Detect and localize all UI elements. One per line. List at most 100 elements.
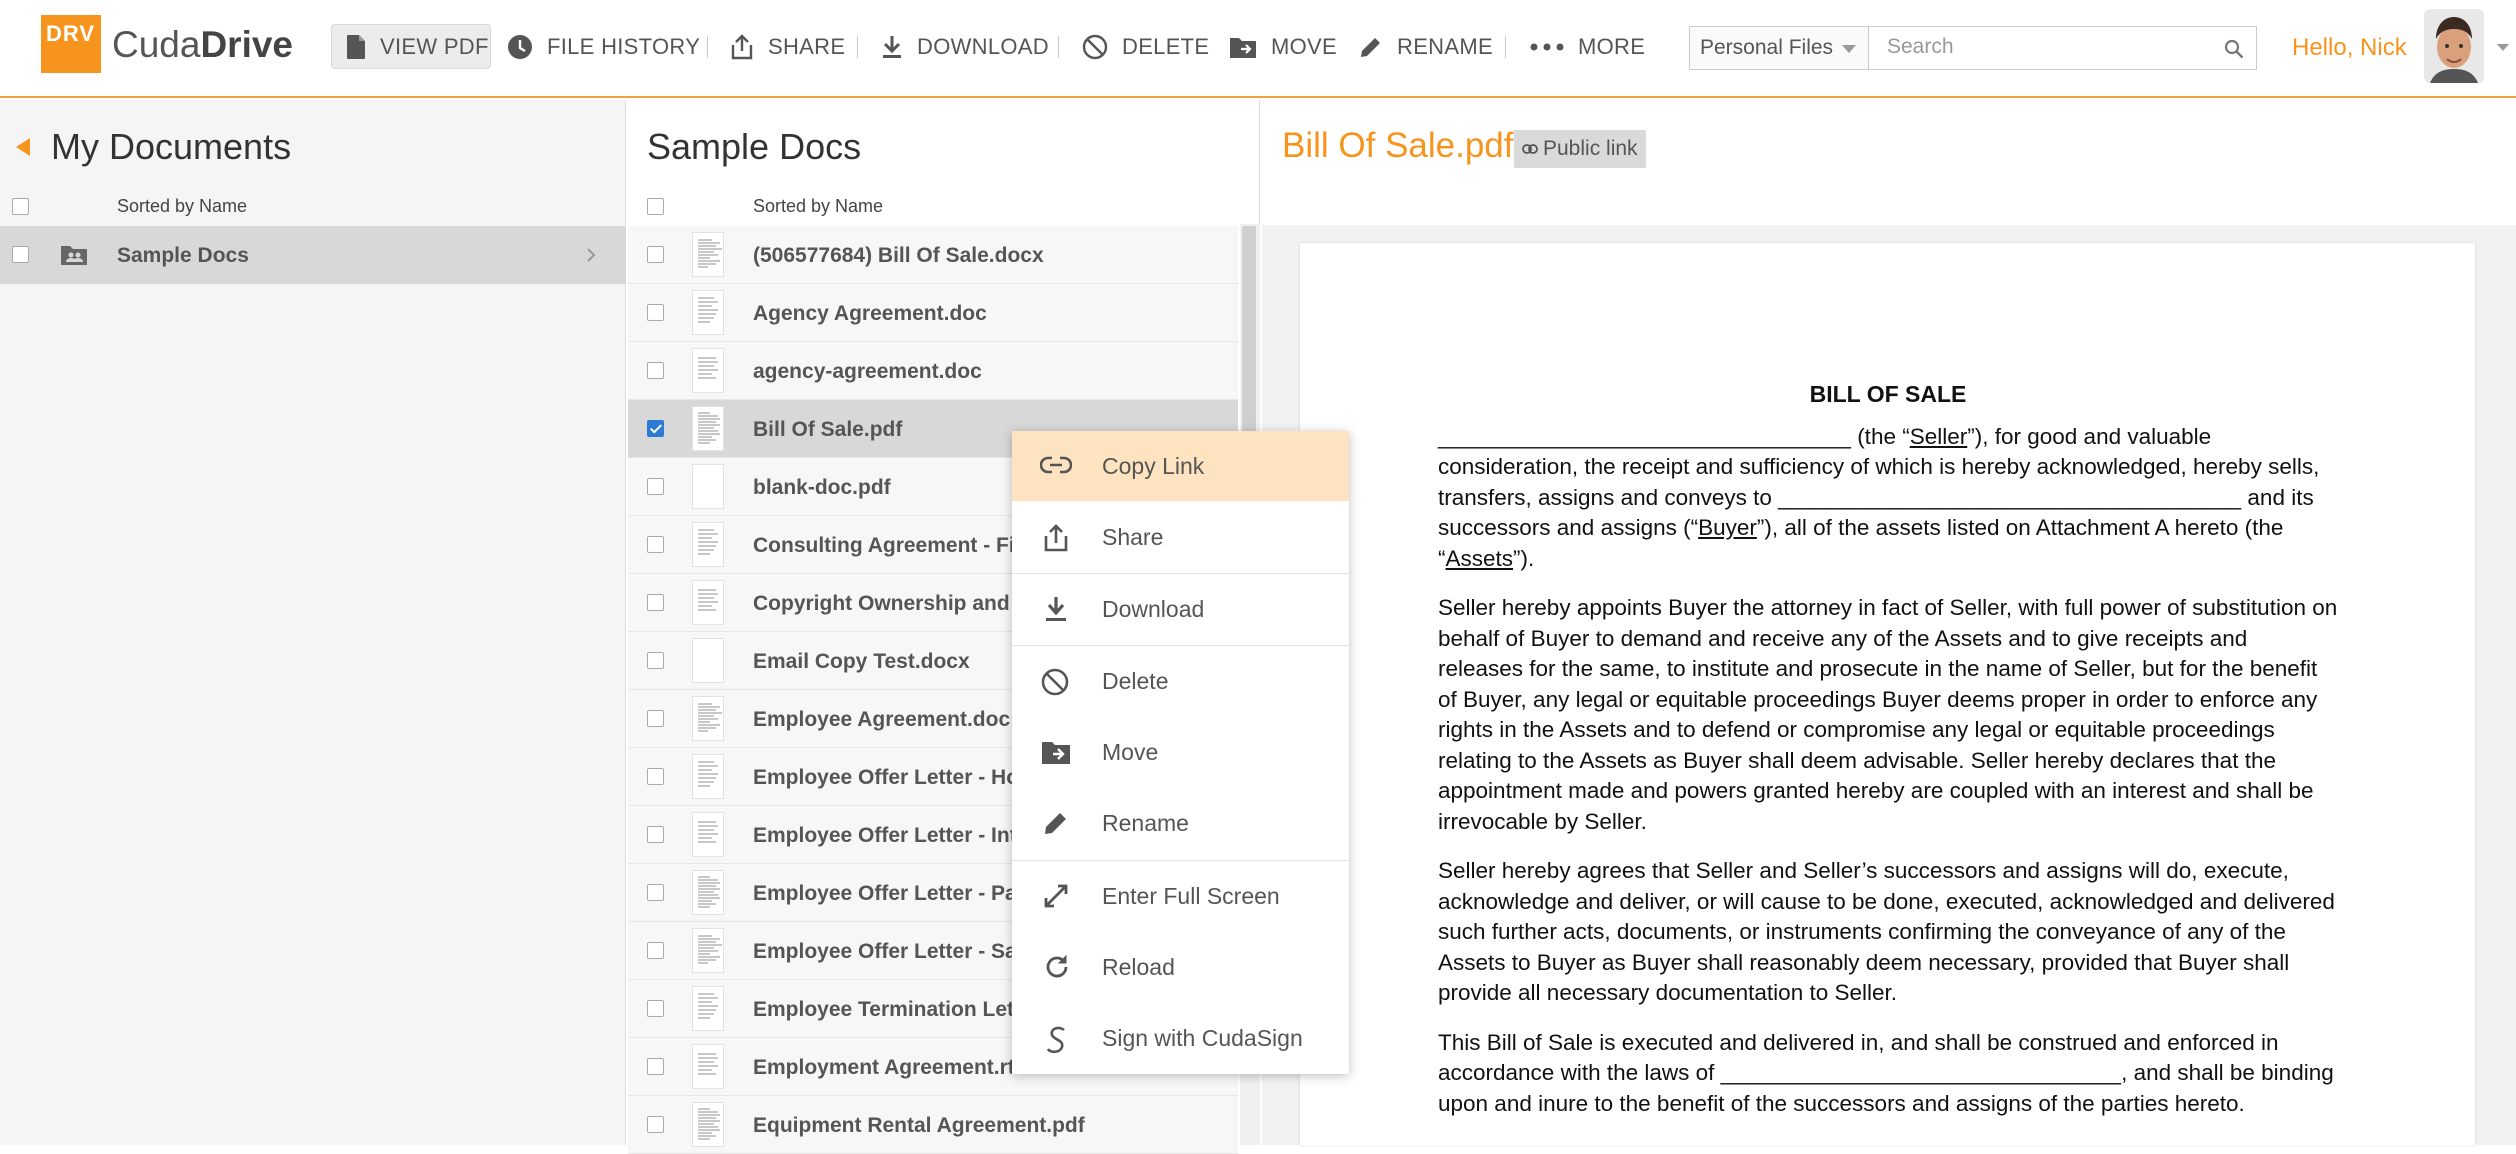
search-icon[interactable] bbox=[2224, 39, 2244, 59]
scope-select[interactable]: Personal Files bbox=[1689, 26, 1869, 70]
folder-move-icon bbox=[1041, 739, 1071, 765]
file-thumbnail bbox=[692, 638, 724, 683]
file-name: blank-doc.pdf bbox=[753, 476, 891, 499]
folder-row[interactable]: Sample Docs bbox=[0, 226, 626, 284]
app-logo[interactable]: DRV bbox=[41, 15, 101, 73]
shared-folder-icon bbox=[60, 244, 88, 266]
row-checkbox[interactable] bbox=[647, 594, 664, 611]
move-menu-item[interactable]: Move bbox=[1012, 717, 1349, 787]
select-all-checkbox[interactable] bbox=[12, 198, 29, 215]
toolbar-divider bbox=[1505, 36, 1506, 58]
file-history-button[interactable]: FILE HISTORY bbox=[507, 24, 700, 69]
file-name: Bill Of Sale.pdf bbox=[753, 418, 903, 441]
move-button[interactable]: MOVE bbox=[1229, 24, 1337, 69]
block-icon bbox=[1082, 34, 1122, 60]
row-checkbox[interactable] bbox=[647, 1116, 664, 1133]
file-thumbnail bbox=[692, 290, 724, 335]
full-screen-menu-item[interactable]: Enter Full Screen bbox=[1012, 861, 1349, 931]
public-link-button[interactable]: Public link bbox=[1514, 130, 1646, 168]
refresh-icon bbox=[1044, 954, 1070, 980]
share-menu-item[interactable]: Share bbox=[1012, 502, 1349, 572]
file-name: Employee Agreement.doc bbox=[753, 708, 1011, 731]
reload-menu-item[interactable]: Reload bbox=[1012, 932, 1349, 1002]
block-icon bbox=[1041, 668, 1069, 696]
file-name: (506577684) Bill Of Sale.docx bbox=[753, 244, 1044, 267]
row-checkbox[interactable] bbox=[647, 710, 664, 727]
file-thumbnail bbox=[692, 348, 724, 393]
preview-title: Bill Of Sale.pdf bbox=[1282, 126, 1514, 165]
copy-link-menu-item[interactable]: Copy Link bbox=[1012, 431, 1349, 501]
file-name: Employee Termination Lette bbox=[753, 998, 1033, 1021]
rename-button[interactable]: RENAME bbox=[1359, 24, 1493, 69]
avatar[interactable] bbox=[2424, 9, 2484, 83]
document-paragraph: This Bill of Sale is executed and delive… bbox=[1438, 1029, 2334, 1116]
app-name: CudaDrive bbox=[112, 24, 294, 65]
user-menu-caret[interactable] bbox=[2497, 44, 2509, 51]
link-icon bbox=[1040, 453, 1072, 477]
row-checkbox[interactable] bbox=[647, 652, 664, 669]
file-name: Equipment Rental Agreement.pdf bbox=[753, 1114, 1085, 1137]
search-input[interactable] bbox=[1885, 27, 2215, 67]
signature-icon bbox=[1044, 1025, 1070, 1055]
file-row[interactable]: Agency Agreement.doc bbox=[628, 284, 1238, 342]
folder-pane-title: My Documents bbox=[51, 126, 292, 167]
sign-menu-item[interactable]: Sign with CudaSign bbox=[1012, 1003, 1349, 1073]
share-icon bbox=[730, 33, 768, 60]
sort-label[interactable]: Sorted by Name bbox=[753, 196, 883, 217]
share-button[interactable]: SHARE bbox=[730, 24, 845, 69]
rename-menu-item[interactable]: Rename bbox=[1012, 788, 1349, 858]
download-menu-item[interactable]: Download bbox=[1012, 574, 1349, 644]
row-checkbox[interactable] bbox=[647, 536, 664, 553]
document-heading: BILL OF SALE bbox=[1809, 381, 1967, 407]
chevron-right-icon bbox=[586, 247, 596, 263]
row-checkbox[interactable] bbox=[647, 420, 664, 437]
file-thumbnail bbox=[692, 1102, 724, 1147]
file-thumbnail bbox=[692, 522, 724, 567]
select-all-checkbox[interactable] bbox=[647, 198, 664, 215]
delete-menu-item[interactable]: Delete bbox=[1012, 646, 1349, 716]
row-checkbox[interactable] bbox=[647, 304, 664, 321]
file-name: Employee Offer Letter - Par bbox=[753, 882, 1025, 905]
share-icon bbox=[1043, 524, 1069, 552]
download-button[interactable]: DOWNLOAD bbox=[881, 24, 1049, 69]
file-thumbnail bbox=[692, 1044, 724, 1089]
row-checkbox[interactable] bbox=[647, 362, 664, 379]
document-body: BILL OF SALE ___________________________… bbox=[1438, 379, 2338, 1138]
file-name: Employee Offer Letter - Sala bbox=[753, 940, 1035, 963]
file-thumbnail bbox=[692, 580, 724, 625]
row-checkbox[interactable] bbox=[647, 884, 664, 901]
toolbar-divider bbox=[857, 36, 858, 58]
preview-header: Bill Of Sale.pdf Public link bbox=[1262, 100, 2516, 225]
file-name: Employee Offer Letter - Hou bbox=[753, 766, 1032, 789]
file-thumbnail bbox=[692, 754, 724, 799]
download-icon bbox=[881, 35, 917, 59]
row-checkbox[interactable] bbox=[12, 246, 29, 263]
row-checkbox[interactable] bbox=[647, 478, 664, 495]
user-greeting[interactable]: Hello, Nick bbox=[2292, 34, 2407, 62]
row-checkbox[interactable] bbox=[647, 246, 664, 263]
sort-label[interactable]: Sorted by Name bbox=[117, 196, 247, 217]
row-checkbox[interactable] bbox=[647, 768, 664, 785]
row-checkbox[interactable] bbox=[647, 1000, 664, 1017]
row-checkbox[interactable] bbox=[647, 1058, 664, 1075]
row-checkbox[interactable] bbox=[647, 826, 664, 843]
more-button[interactable]: MORE bbox=[1530, 24, 1645, 69]
document-page[interactable]: BILL OF SALE ___________________________… bbox=[1300, 243, 2475, 1145]
back-arrow-icon[interactable] bbox=[16, 138, 30, 156]
document-paragraph: Seller hereby appoints Buyer the attorne… bbox=[1438, 595, 2338, 834]
file-thumbnail bbox=[692, 464, 724, 509]
file-thumbnail bbox=[692, 812, 724, 857]
file-row[interactable]: Equipment Rental Agreement.pdf bbox=[628, 1096, 1238, 1154]
file-row[interactable]: agency-agreement.doc bbox=[628, 342, 1238, 400]
row-checkbox[interactable] bbox=[647, 942, 664, 959]
view-pdf-button[interactable]: VIEW PDF bbox=[331, 24, 491, 69]
file-row[interactable]: (506577684) Bill Of Sale.docx bbox=[628, 226, 1238, 284]
clock-icon bbox=[507, 34, 547, 60]
file-name: Consulting Agreement - Fix bbox=[753, 534, 1027, 557]
file-name: Employee Offer Letter - Inte bbox=[753, 824, 1029, 847]
pencil-icon bbox=[1043, 810, 1069, 836]
delete-button[interactable]: DELETE bbox=[1082, 24, 1209, 69]
document-paragraph: Seller hereby agrees that Seller and Sel… bbox=[1438, 858, 2335, 1005]
file-name: Employment Agreement.rtf bbox=[753, 1056, 1022, 1079]
logo-mark: DRV bbox=[46, 21, 96, 46]
